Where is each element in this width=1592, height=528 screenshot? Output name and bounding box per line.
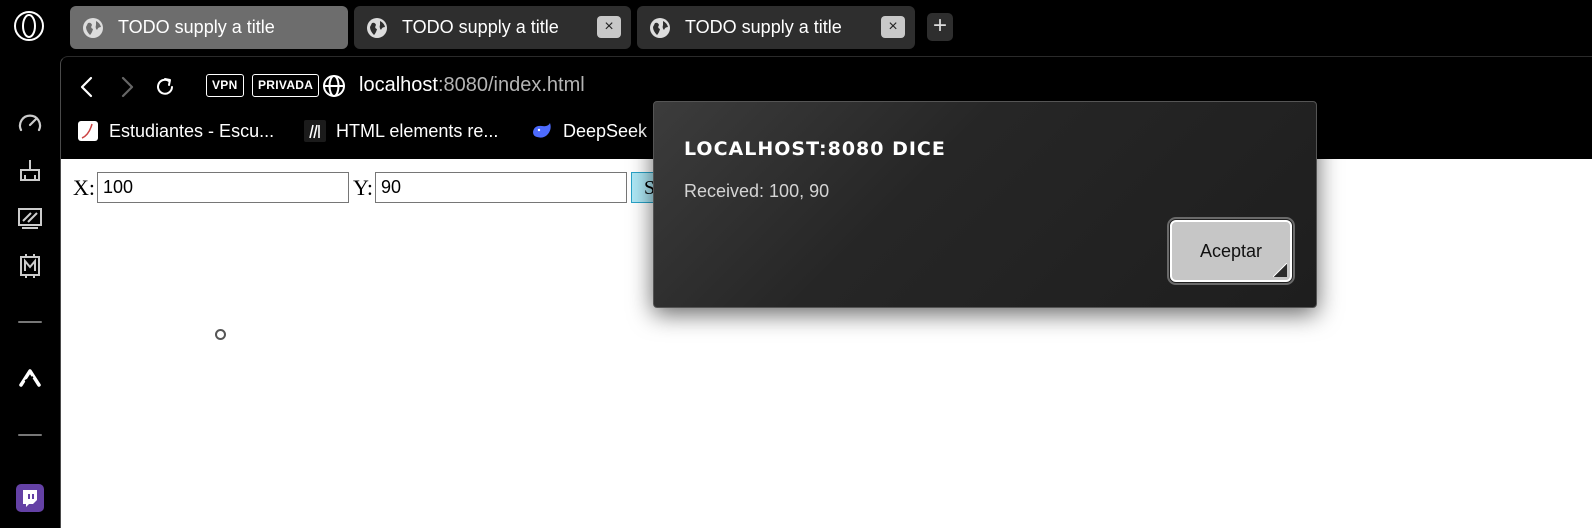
tab-close-button[interactable]: × [597,16,621,38]
sidebar-separator [18,321,42,323]
url-path: :8080/index.html [437,74,585,96]
private-badge[interactable]: PRIVADA [252,74,320,97]
accept-button-label: Aceptar [1199,240,1263,261]
bookmark-label: DeepSeek [563,120,648,141]
m-chip-icon[interactable] [16,252,44,280]
tab-1[interactable]: TODO supply a title [70,6,348,49]
bookmark-item[interactable]: DeepSeek [531,120,647,142]
forward-icon[interactable] [114,74,140,100]
x-label: X: [73,175,95,200]
twitch-icon[interactable] [16,484,44,512]
address-bar[interactable]: localhost:8080/index.html [359,74,585,97]
tab-title: TODO supply a title [685,17,842,37]
tab-2[interactable]: TODO supply a title × [354,6,631,49]
reload-icon[interactable] [152,74,178,100]
bookmark-item[interactable]: Estudiantes - Escu... [77,120,274,142]
y-input[interactable] [375,172,627,203]
x-input[interactable] [97,172,349,203]
bookmark-label: HTML elements re... [336,120,499,141]
globe-icon [83,17,103,38]
mdn-icon [304,120,326,142]
tab-close-button[interactable]: × [881,16,905,38]
tab-title: TODO supply a title [402,17,559,37]
tab-3[interactable]: TODO supply a title × [637,6,915,49]
aria-icon[interactable] [16,364,44,392]
cleaner-icon[interactable] [16,157,44,185]
globe-icon [367,17,387,38]
opera-logo-icon[interactable] [13,10,45,42]
accept-button[interactable]: Aceptar [1167,217,1295,285]
bookmark-item[interactable]: HTML elements re... [304,120,498,142]
globe-icon [650,17,670,38]
browser-frame: TODO supply a title TODO supply a title … [0,0,1592,528]
new-tab-button[interactable]: + [927,13,953,41]
back-icon[interactable] [74,74,100,100]
tab-title: TODO supply a title [118,17,275,37]
globe-icon[interactable] [322,74,346,98]
point-marker [215,329,226,340]
sidebar-separator [18,434,42,436]
image-edit-icon[interactable] [16,204,44,232]
document-icon [78,121,98,141]
bookmark-label: Estudiantes - Escu... [109,120,275,141]
alert-dialog: LOCALHOST:8080 DICE Received: 100, 90 Ac… [653,101,1317,308]
whale-icon [533,123,551,138]
url-host: localhost [359,74,438,96]
dialog-message: Received: 100, 90 [684,181,830,201]
dialog-title: LOCALHOST:8080 DICE [684,138,946,160]
resize-corner-icon [1273,263,1287,277]
y-label: Y: [353,175,373,200]
speed-dial-icon[interactable] [16,110,44,138]
vpn-badge[interactable]: VPN [206,74,244,97]
